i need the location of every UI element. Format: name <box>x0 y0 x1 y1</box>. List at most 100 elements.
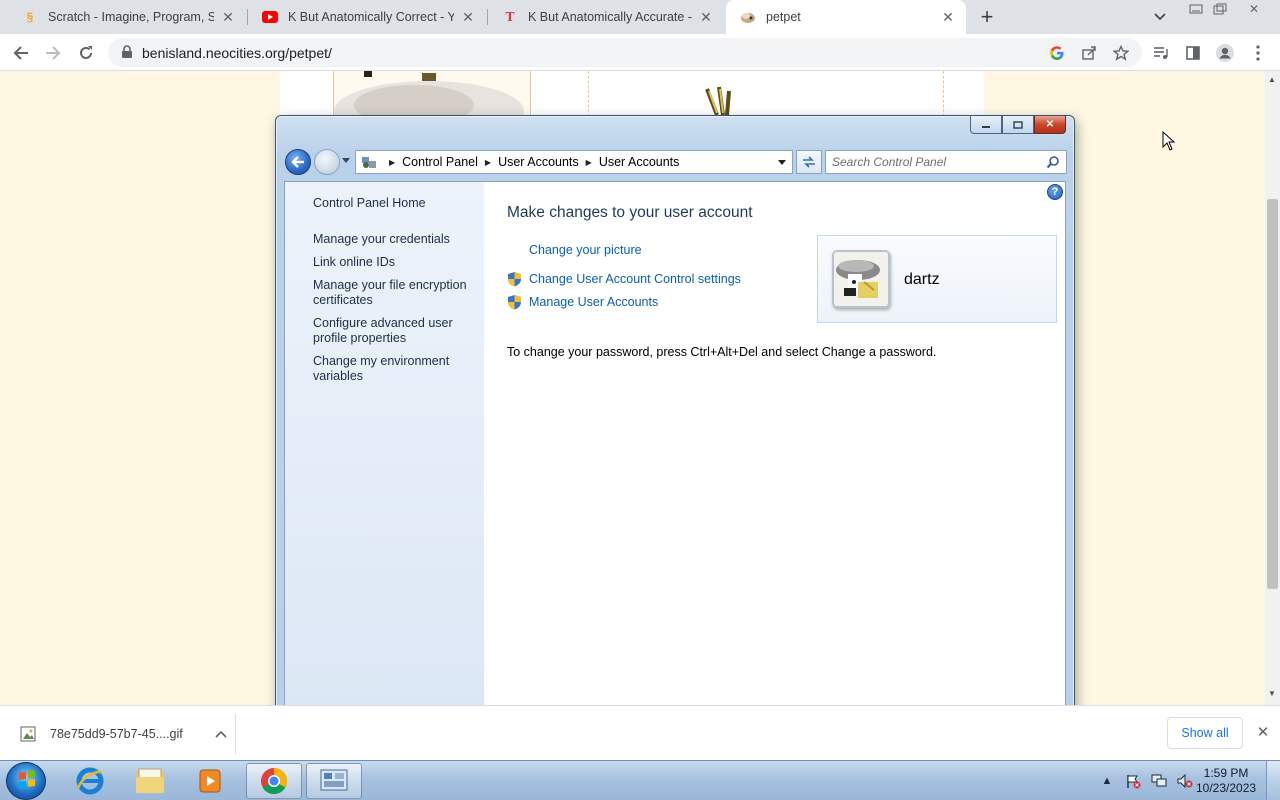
breadcrumb-separator-icon[interactable]: ▶ <box>389 158 395 167</box>
download-item[interactable]: 78e75dd9-57b7-45....gif <box>10 714 236 754</box>
chrome-taskbar-icon[interactable] <box>246 763 302 799</box>
explorer-address-bar[interactable]: ▶ Control Panel ▶ User Accounts ▶ User A… <box>355 150 793 174</box>
browser-tab-strip: § Scratch - Imagine, Program, Share ✕ K … <box>0 0 1280 34</box>
sidebar-item-link-online-ids[interactable]: Link online IDs <box>313 255 481 270</box>
control-panel-window: ✕ ▶ Control Panel ▶ User Accounts ▶ User… <box>275 115 1075 715</box>
action-center-flag-icon[interactable] <box>1124 772 1142 790</box>
profile-avatar-icon[interactable] <box>1212 40 1238 66</box>
browser-tab-youtube[interactable]: K But Anatomically Correct - YouTube ✕ <box>248 0 486 34</box>
recent-pages-dropdown-icon[interactable] <box>342 158 350 163</box>
breadcrumb-user-accounts-current[interactable]: User Accounts <box>599 155 680 169</box>
browser-restore-button[interactable] <box>1208 0 1232 18</box>
lock-icon[interactable] <box>120 45 134 59</box>
clock-date: 10/23/2023 <box>1196 781 1257 795</box>
address-bar[interactable]: benisland.neocities.org/petpet/ <box>108 38 1142 67</box>
show-desktop-button[interactable] <box>1266 761 1280 800</box>
download-file-name[interactable]: 78e75dd9-57b7-45....gif <box>50 727 215 741</box>
avatar[interactable] <box>832 250 890 308</box>
browser-menu-icon[interactable] <box>1245 40 1271 66</box>
address-history-dropdown-icon[interactable] <box>778 160 786 165</box>
control-panel-icon <box>362 157 376 168</box>
show-all-downloads-button[interactable]: Show all <box>1167 717 1243 749</box>
browser-tab-petpet[interactable]: petpet ✕ <box>726 0 966 34</box>
tab-title: Scratch - Imagine, Program, Share <box>48 10 214 24</box>
system-tray: ▲ <box>1098 761 1202 800</box>
taskbar-clock[interactable]: 1:59 PM 10/23/2023 <box>1196 766 1256 796</box>
close-tab-icon[interactable]: ✕ <box>698 9 714 25</box>
tab-title: petpet <box>766 10 801 24</box>
network-icon[interactable] <box>1150 772 1168 790</box>
side-panel-icon[interactable] <box>1180 40 1206 66</box>
new-tab-button[interactable]: + <box>976 4 998 29</box>
manage-user-accounts-link[interactable]: Manage User Accounts <box>529 295 658 309</box>
back-arrow-icon[interactable] <box>285 149 311 175</box>
start-button[interactable] <box>6 762 46 800</box>
close-tab-icon[interactable]: ✕ <box>220 9 236 25</box>
search-input[interactable] <box>826 151 1036 173</box>
breadcrumb-user-accounts[interactable]: User Accounts <box>498 155 579 169</box>
youtube-icon <box>262 9 278 25</box>
user-name: dartz <box>904 271 940 288</box>
user-account-card: dartz <box>817 235 1057 323</box>
window-minimize-button[interactable] <box>970 116 1002 134</box>
show-hidden-icons-chevron-icon[interactable]: ▲ <box>1098 772 1116 790</box>
tab-search-chevron-icon[interactable] <box>1150 8 1170 26</box>
forward-arrow-icon[interactable] <box>314 149 340 175</box>
share-icon[interactable] <box>1080 44 1098 62</box>
browser-close-button[interactable]: ✕ <box>1242 0 1266 18</box>
volume-muted-icon[interactable] <box>1176 772 1194 790</box>
sidebar-item-environment-variables[interactable]: Change my environment variables <box>313 354 481 384</box>
sidebar-item-control-panel-home[interactable]: Control Panel Home <box>313 196 481 211</box>
uac-shield-icon <box>508 295 521 310</box>
scroll-down-arrow-icon[interactable]: ▼ <box>1268 689 1276 698</box>
reload-icon[interactable] <box>73 40 99 66</box>
clock-time: 1:59 PM <box>1203 766 1249 780</box>
uac-settings-link[interactable]: Change User Account Control settings <box>529 272 741 286</box>
window-maximize-button[interactable] <box>1002 116 1034 134</box>
google-lens-icon[interactable] <box>1048 44 1066 62</box>
close-tab-icon[interactable]: ✕ <box>460 9 476 25</box>
file-explorer-taskbar-icon[interactable] <box>122 763 178 799</box>
scrollbar-thumb[interactable] <box>1267 199 1278 589</box>
scroll-up-arrow-icon[interactable]: ▲ <box>1268 75 1276 84</box>
breadcrumb-separator-icon[interactable]: ▶ <box>485 158 491 167</box>
tumblr-icon: T <box>505 10 515 24</box>
forward-arrow-icon[interactable] <box>40 40 66 66</box>
bookmark-star-icon[interactable] <box>1112 44 1130 62</box>
window-close-button[interactable]: ✕ <box>1034 116 1066 134</box>
help-icon[interactable]: ? <box>1047 184 1063 200</box>
mouse-cursor-icon <box>1162 131 1176 151</box>
page-scrollbar[interactable]: ▲ ▼ <box>1265 71 1280 705</box>
browser-minimize-button[interactable] <box>1184 0 1208 18</box>
media-player-taskbar-icon[interactable] <box>182 763 238 799</box>
sidebar-item-advanced-profile[interactable]: Configure advanced user profile properti… <box>313 316 481 346</box>
password-instructions-text: To change your password, press Ctrl+Alt+… <box>507 345 937 359</box>
downloads-bar: 78e75dd9-57b7-45....gif Show all ✕ <box>0 705 1280 760</box>
sidebar-item-file-encryption[interactable]: Manage your file encryption certificates <box>313 278 481 308</box>
control-panel-content: Control Panel Home Manage your credentia… <box>284 181 1066 708</box>
refresh-icon[interactable] <box>796 150 822 174</box>
sidebar-item-manage-credentials[interactable]: Manage your credentials <box>313 232 481 247</box>
breadcrumb-control-panel[interactable]: Control Panel <box>402 155 478 169</box>
control-panel-taskbar-icon[interactable] <box>306 763 362 799</box>
browser-tab-scratch[interactable]: § Scratch - Imagine, Program, Share ✕ <box>8 0 246 34</box>
chevron-up-icon[interactable] <box>215 727 235 741</box>
close-tab-icon[interactable]: ✕ <box>940 9 956 25</box>
url-text[interactable]: benisland.neocities.org/petpet/ <box>142 45 332 61</box>
browser-tab-tumblr[interactable]: T K But Anatomically Accurate - Tumblr ✕ <box>488 0 724 34</box>
internet-explorer-taskbar-icon[interactable] <box>62 763 118 799</box>
user-accounts-main-panel: ? Make changes to your user account Chan… <box>484 182 1065 707</box>
breadcrumb-separator-icon[interactable]: ▶ <box>586 158 592 167</box>
change-picture-link[interactable]: Change your picture <box>529 243 642 257</box>
tab-title: K But Anatomically Accurate - Tumblr <box>528 10 692 24</box>
windows-taskbar: ▲ 1:59 PM 10/23/2023 <box>0 760 1280 800</box>
uac-shield-icon <box>508 272 521 287</box>
search-control-panel-field[interactable] <box>825 150 1067 174</box>
tab-title: K But Anatomically Correct - YouTube <box>288 10 454 24</box>
media-control-icon[interactable] <box>1148 40 1174 66</box>
search-icon[interactable] <box>1046 155 1060 169</box>
back-arrow-icon[interactable] <box>8 40 34 66</box>
page-title: Make changes to your user account <box>507 204 753 221</box>
close-downloads-bar-icon[interactable]: ✕ <box>1254 723 1272 741</box>
browser-toolbar: benisland.neocities.org/petpet/ <box>0 34 1280 71</box>
